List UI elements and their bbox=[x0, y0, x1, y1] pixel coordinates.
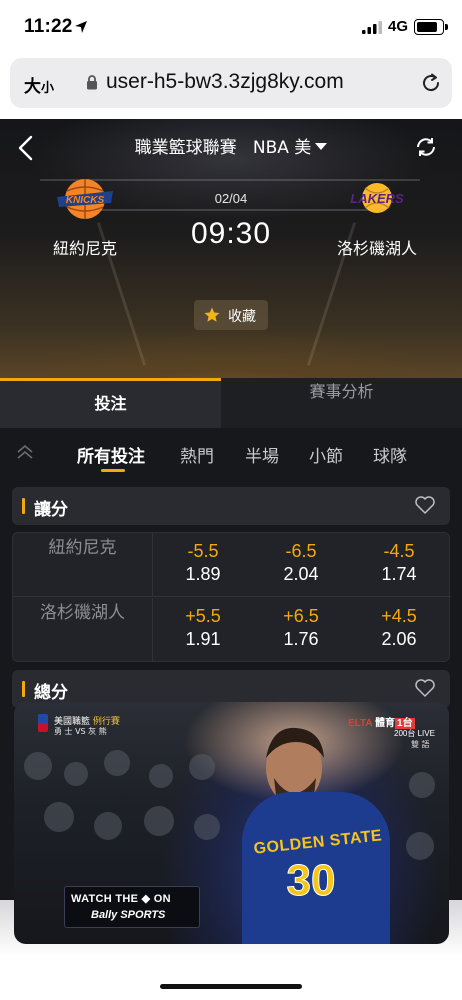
jersey: GOLDEN STATE 30 bbox=[242, 792, 390, 944]
banner-text: WATCH THE ◆ ON bbox=[71, 893, 171, 905]
signal-icon bbox=[362, 21, 382, 34]
league-region: NBA 美 bbox=[252, 138, 312, 158]
odds-cell[interactable]: -4.5 1.74 bbox=[350, 541, 448, 585]
url-text[interactable]: user-h5-bw3.3zjg8ky.com bbox=[106, 70, 344, 94]
league-title: 職業籃球聯賽 bbox=[134, 138, 237, 158]
subnav-item-quarter[interactable]: 小節 bbox=[309, 442, 343, 467]
subnav-item-half[interactable]: 半場 bbox=[245, 442, 279, 467]
odds-cell[interactable]: +5.5 1.91 bbox=[154, 606, 252, 650]
status-bar: 11:22 4G bbox=[0, 0, 462, 58]
crowd-figure bbox=[24, 752, 52, 780]
tab-match-analysis[interactable]: 賽事分析 bbox=[221, 378, 462, 428]
active-tab-underline bbox=[101, 469, 125, 472]
subnav-item-popular[interactable]: 熱門 bbox=[180, 442, 214, 467]
crowd-figure bbox=[104, 750, 130, 776]
lock-icon bbox=[87, 75, 97, 90]
dropdown-caret-icon bbox=[315, 143, 328, 150]
jersey-number: 30 bbox=[286, 856, 336, 906]
crowd-figure bbox=[406, 832, 434, 860]
main-tabs: 投注 賽事分析 bbox=[0, 378, 462, 428]
crowd-figure bbox=[94, 812, 122, 840]
match-header: 職業籃球聯賽 NBA 美 KNICKS 紐約尼克 LAKERS 洛杉磯湖人 02… bbox=[0, 119, 462, 378]
home-indicator[interactable] bbox=[160, 984, 302, 989]
banner-sponsor: Bally SPORTS bbox=[91, 909, 166, 921]
match-time: 09:30 bbox=[190, 217, 272, 250]
subnav-item-all-bets[interactable]: 所有投注 bbox=[77, 442, 145, 467]
match-date: 02/04 bbox=[214, 191, 248, 206]
section-accent-bar bbox=[22, 498, 25, 514]
odds-team-name: 洛杉磯湖人 bbox=[13, 598, 153, 662]
crowd-figure bbox=[409, 772, 435, 798]
table-row: 洛杉磯湖人 +5.5 1.91 +6.5 1.76 +4.5 2.06 bbox=[13, 598, 451, 662]
network-type: 4G bbox=[388, 18, 409, 35]
handicap-odds-table: 紐約尼克 -5.5 1.89 -6.5 2.04 -4.5 1.74 洛杉磯湖人 +5… bbox=[12, 532, 451, 662]
section-title: 總分 bbox=[34, 683, 68, 703]
tab-betting[interactable]: 投注 bbox=[0, 378, 221, 428]
bet-category-nav: 所有投注 熱門 半場 小節 球隊 bbox=[0, 428, 462, 478]
crowd-figure bbox=[149, 764, 173, 788]
live-indicator: 200台 LIVE bbox=[394, 729, 435, 738]
odds-cell[interactable]: -5.5 1.89 bbox=[154, 541, 252, 585]
nba-logo-icon bbox=[38, 714, 48, 732]
language-label: 雙 語 bbox=[411, 740, 430, 749]
heart-icon[interactable] bbox=[414, 495, 436, 515]
crowd-figure bbox=[189, 754, 215, 780]
crowd-figure bbox=[144, 806, 174, 836]
table-row: 紐約尼克 -5.5 1.89 -6.5 2.04 -4.5 1.74 bbox=[13, 533, 451, 597]
section-accent-bar bbox=[22, 681, 25, 697]
favorite-button[interactable]: 收藏 bbox=[194, 300, 268, 330]
broadcast-matchup: 勇 士 VS 灰 熊 bbox=[54, 727, 107, 736]
location-arrow-icon bbox=[75, 21, 87, 33]
address-bar[interactable]: 大小 user-h5-bw3.3zjg8ky.com bbox=[10, 58, 452, 108]
reload-icon[interactable] bbox=[420, 72, 442, 94]
odds-cell[interactable]: +6.5 1.76 bbox=[252, 606, 350, 650]
crowd-figure bbox=[44, 802, 74, 832]
text-size-button[interactable]: 大小 bbox=[24, 72, 54, 97]
odds-cell[interactable]: +4.5 2.06 bbox=[350, 606, 448, 650]
collapse-up-icon[interactable] bbox=[16, 444, 34, 460]
heart-icon[interactable] bbox=[414, 678, 436, 698]
clock: 11:22 bbox=[24, 16, 73, 37]
battery-icon bbox=[414, 19, 448, 35]
handicap-section-header[interactable]: 讓分 bbox=[12, 487, 450, 525]
favorite-label: 收藏 bbox=[228, 309, 256, 325]
star-icon bbox=[204, 307, 220, 322]
crowd-figure bbox=[194, 814, 220, 840]
odds-cell[interactable]: -6.5 2.04 bbox=[252, 541, 350, 585]
section-title: 讓分 bbox=[34, 500, 68, 520]
crowd-figure bbox=[64, 762, 88, 786]
subnav-item-team[interactable]: 球隊 bbox=[373, 442, 407, 467]
jersey-text: GOLDEN STATE bbox=[252, 827, 383, 858]
broadcast-banner: WATCH THE ◆ ON Bally SPORTS bbox=[64, 886, 200, 928]
league-selector[interactable]: 職業籃球聯賽 NBA 美 bbox=[0, 133, 462, 158]
live-video-player[interactable]: 美國職籃 例行賽 勇 士 VS 灰 熊 ELTA 體育 1台 200台 LIVE … bbox=[14, 702, 449, 944]
odds-team-name: 紐約尼克 bbox=[13, 533, 153, 597]
refresh-icon[interactable] bbox=[414, 135, 438, 159]
